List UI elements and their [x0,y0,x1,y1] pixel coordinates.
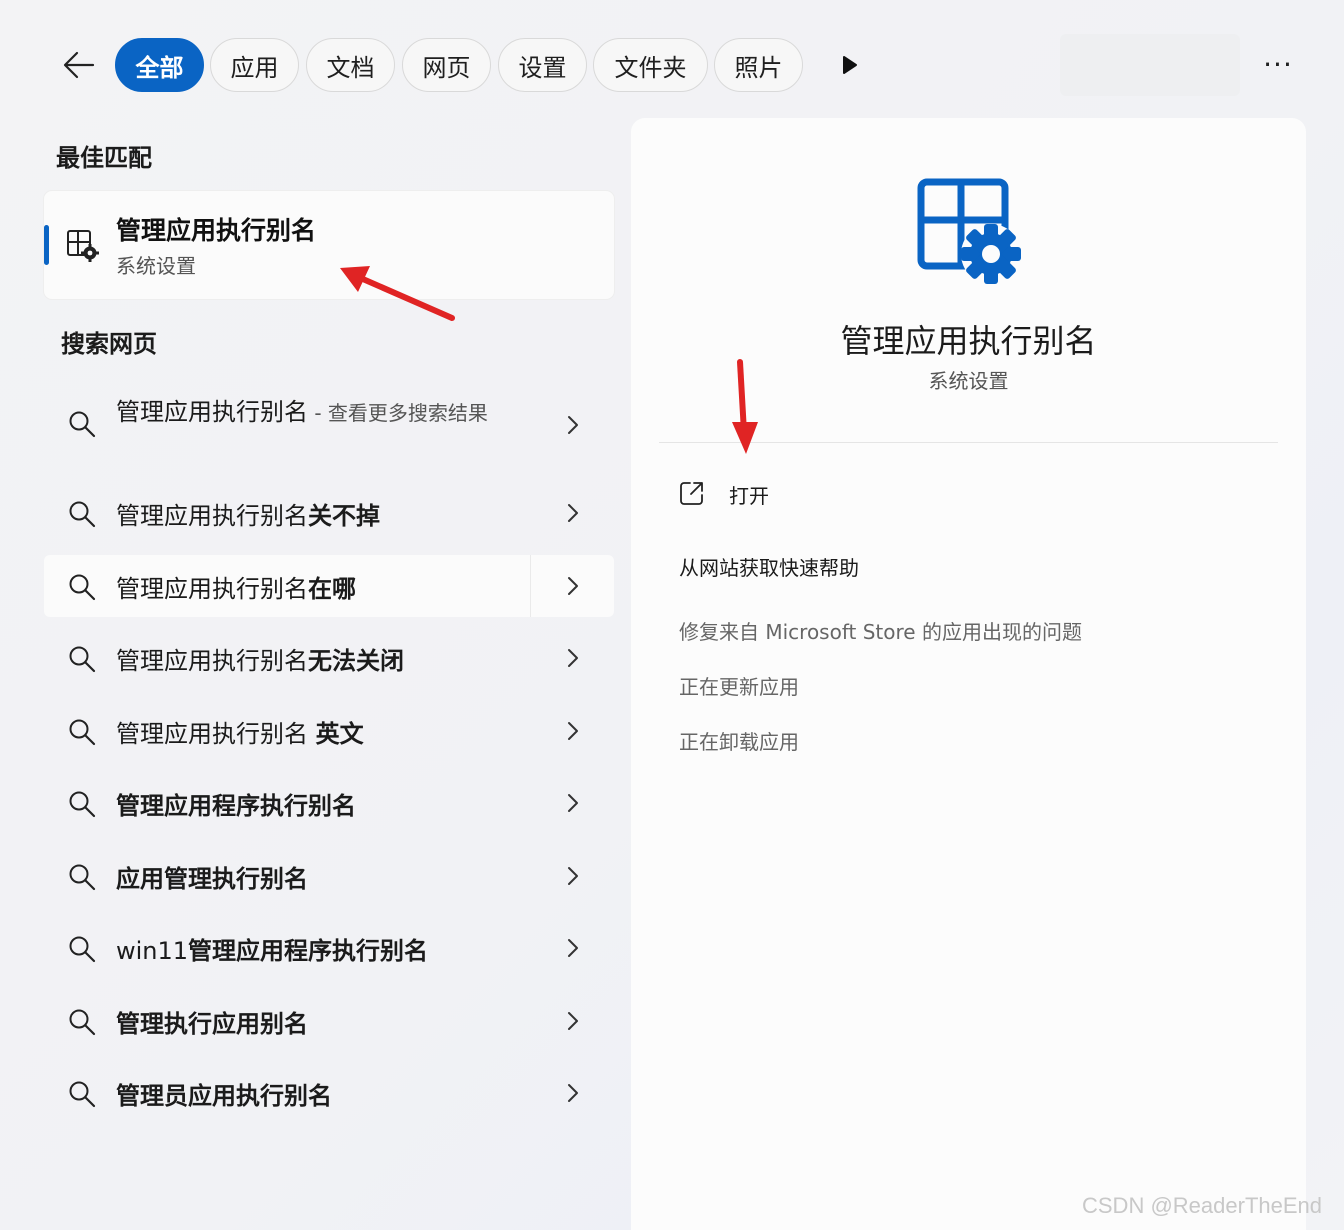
selection-indicator [44,225,49,265]
annotation-arrow-down [732,359,758,454]
best-match-subtitle: 系统设置 [116,254,196,278]
tab-apps[interactable]: 应用 [210,38,299,92]
app-settings-icon [917,178,1021,284]
more-ellipsis-icon: ··· [1263,47,1293,81]
web-search-result[interactable]: 管理应用执行别名无法关闭 [44,627,614,689]
more-options-button[interactable]: ··· [1258,44,1298,84]
chevron-right-icon [568,1012,578,1030]
tab-folders[interactable]: 文件夹 [593,38,708,92]
chevron-right-icon [568,939,578,957]
chevron-right-icon [568,1084,578,1102]
help-link-fix-store-apps[interactable]: 修复来自 Microsoft Store 的应用出现的问题 [679,616,1082,645]
web-result-label: 管理员应用执行别名 [116,1082,332,1110]
search-icon [69,719,96,746]
account-area[interactable] [1060,34,1240,96]
help-link-updating-apps[interactable]: 正在更新应用 [679,671,799,700]
play-triangle-icon [843,56,857,74]
web-search-result[interactable]: 应用管理执行别名 [44,845,614,907]
tab-all[interactable]: 全部 [115,38,204,92]
web-result-more[interactable]: 管理应用执行别名 - 查看更多搜索结果 [44,384,614,474]
chevron-right-icon [568,649,578,667]
web-result-label: 管理应用程序执行别名 [116,792,356,820]
chevron-right-icon [568,794,578,812]
more-tabs-button[interactable] [836,50,864,80]
search-icon [69,791,96,818]
tab-settings[interactable]: 设置 [498,38,587,92]
web-result-label: 管理应用执行别名无法关闭 [116,647,404,675]
web-search-result[interactable]: 管理应用执行别名在哪 [44,555,614,617]
open-label: 打开 [729,484,769,508]
row-divider [530,555,531,617]
web-search-heading: 搜索网页 [61,330,157,358]
web-search-result[interactable]: 管理应用执行别名关不掉 [44,482,614,544]
search-icon [69,936,96,963]
web-result-label: 管理应用执行别名在哪 [116,575,356,603]
web-result-label: 管理执行应用别名 [116,1010,308,1038]
watermark: CSDN @ReaderTheEnd [1082,1193,1322,1218]
app-settings-icon [67,230,99,262]
web-search-result[interactable]: 管理员应用执行别名 [44,1062,614,1124]
tab-web[interactable]: 网页 [402,38,491,92]
open-action[interactable]: 打开 [679,476,979,516]
chevron-right-icon [568,416,578,434]
filter-bar: 全部 应用 文档 网页 设置 文件夹 照片 ··· [0,0,1344,120]
tab-photos[interactable]: 照片 [714,38,803,92]
web-result-label: 管理应用执行别名关不掉 [116,502,380,530]
annotation-arrow-left [340,266,455,321]
best-match-heading: 最佳匹配 [56,144,152,172]
open-external-icon [680,482,703,505]
search-icon [69,646,96,673]
back-button[interactable] [56,40,102,90]
search-icon [69,1009,96,1036]
best-match-title: 管理应用执行别名 [116,216,317,245]
chevron-right-icon [568,504,578,522]
web-search-result[interactable]: 管理应用执行别名 英文 [44,700,614,762]
web-result-label: 管理应用执行别名 - 查看更多搜索结果 [116,398,488,426]
web-result-label: 管理应用执行别名 英文 [116,720,364,748]
search-icon [69,411,96,438]
back-arrow-icon [63,51,95,79]
search-icon [69,1081,96,1108]
best-match-card[interactable]: 管理应用执行别名 系统设置 [44,191,614,299]
detail-panel: 管理应用执行别名 系统设置 打开 从网站获取快速帮助 修复来自 Microsof… [631,118,1306,1230]
web-result-label: win11管理应用程序执行别名 [116,937,429,965]
quick-help-heading: 从网站获取快速帮助 [679,556,859,580]
search-icon [69,501,96,528]
chevron-right-icon [568,722,578,740]
chevron-right-icon[interactable] [562,573,584,599]
help-link-uninstalling-apps[interactable]: 正在卸载应用 [679,726,799,755]
web-result-label: 应用管理执行别名 [116,865,308,893]
search-icon [69,864,96,891]
search-icon [69,574,96,601]
detail-title: 管理应用执行别名 [840,322,1097,360]
web-search-result[interactable]: 管理执行应用别名 [44,990,614,1052]
tab-documents[interactable]: 文档 [306,38,395,92]
web-search-result[interactable]: win11管理应用程序执行别名 [44,917,614,979]
web-search-result[interactable]: 管理应用程序执行别名 [44,772,614,834]
chevron-right-icon [568,867,578,885]
